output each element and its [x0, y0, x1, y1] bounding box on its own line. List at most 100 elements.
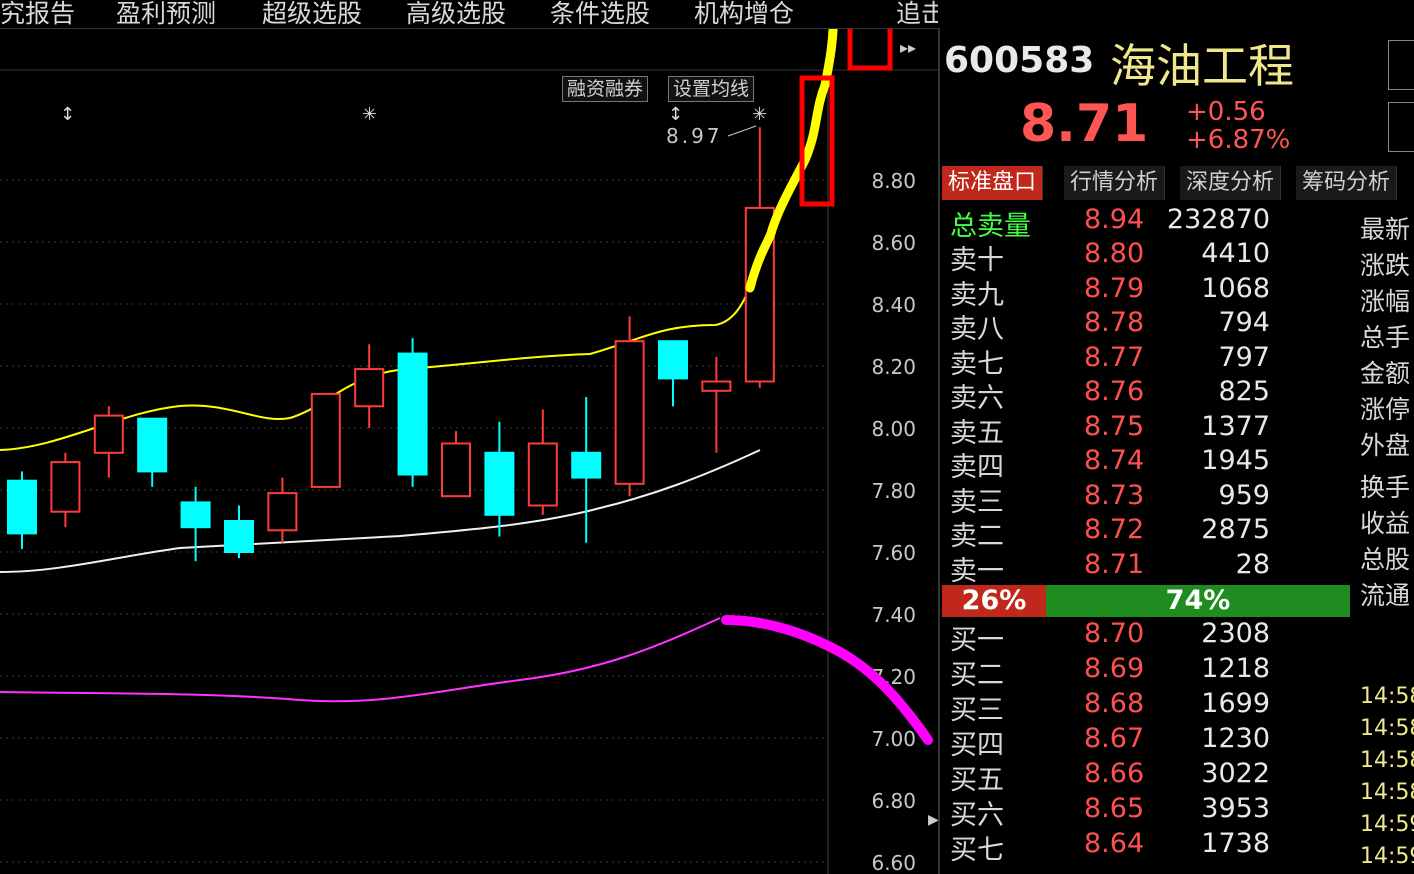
book-label: 卖六 [950, 383, 1004, 414]
y-tick-label: 7.00 [871, 727, 916, 751]
candle [701, 356, 732, 453]
book-label: 买七 [950, 835, 1004, 866]
tab-standard-book[interactable]: 标准盘口 [942, 166, 1044, 200]
margin-trading-button[interactable]: 融资融券 [562, 76, 649, 102]
ask-row[interactable]: 卖六 8.76 825 [940, 376, 1350, 414]
panel-tabs: 标准盘口 行情分析 深度分析 筹码分析 [940, 166, 1414, 200]
ask-row[interactable]: 卖二 8.72 2875 [940, 514, 1350, 552]
y-tick-label: 7.40 [871, 603, 916, 627]
book-price: 8.68 [1084, 688, 1145, 719]
ask-row[interactable]: 卖四 8.74 1945 [940, 445, 1350, 483]
marker-star-icon: ✳ [362, 104, 377, 125]
marker-star-icon: ✳ [752, 104, 767, 125]
side-button-bottom[interactable] [1388, 102, 1414, 152]
candle-body [441, 442, 471, 498]
candle [527, 409, 558, 515]
side-button-top[interactable] [1388, 40, 1414, 90]
stat-label: 涨跌 [1360, 251, 1411, 280]
ask-row[interactable]: 卖九 8.79 1068 [940, 272, 1350, 311]
menu-item-4[interactable]: 条件选股 [550, 0, 650, 28]
ask-row[interactable]: 卖八 8.78 794 [940, 307, 1350, 345]
trade-time: 14:59 [1360, 812, 1414, 837]
y-tick-label: 8.00 [871, 417, 916, 441]
ask-row[interactable]: 卖五 8.75 1377 [940, 410, 1350, 449]
book-label: 买五 [950, 765, 1004, 796]
bid-row[interactable]: 买三 8.68 1699 [940, 688, 1350, 726]
candle [441, 431, 471, 498]
y-tick-label: 7.60 [871, 541, 916, 565]
book-price: 8.75 [1084, 410, 1145, 442]
bid-row[interactable]: 买六 8.65 3953 [940, 793, 1350, 831]
bid-row[interactable]: 买五 8.66 3022 [940, 758, 1350, 796]
candle-body [267, 492, 298, 532]
book-price: 8.66 [1084, 758, 1145, 789]
top-menu-bar: 究报告 盈利预测 超级选股 高级选股 条件选股 机构增仓 追击 [0, 0, 938, 29]
menu-item-0[interactable]: 究报告 [0, 0, 75, 28]
candle [50, 452, 81, 528]
book-price: 8.80 [1084, 238, 1145, 269]
book-volume: 1218 [1201, 653, 1270, 684]
candle [180, 486, 211, 562]
bid-row[interactable]: 买四 8.67 1230 [940, 723, 1350, 761]
book-volume: 1699 [1201, 688, 1270, 719]
candle-body [310, 392, 341, 488]
ask-row[interactable]: 卖一 8.71 28 [940, 548, 1350, 587]
candle [224, 505, 254, 559]
book-label: 卖二 [950, 521, 1004, 552]
stat-label: 金额 [1360, 359, 1411, 388]
book-volume: 825 [1218, 376, 1270, 407]
book-price: 8.76 [1084, 376, 1145, 407]
book-label: 买四 [950, 730, 1004, 761]
bid-row[interactable]: 买一 8.70 2308 [940, 618, 1350, 656]
expand-icon[interactable]: ▸▸ [900, 38, 916, 57]
book-volume: 3953 [1201, 793, 1270, 824]
book-volume: 1945 [1201, 445, 1270, 476]
set-ma-button[interactable]: 设置均线 [668, 76, 755, 102]
book-price: 8.79 [1084, 272, 1145, 304]
ask-row[interactable]: 卖十 8.80 4410 [940, 238, 1350, 276]
bid-row[interactable]: 买七 8.64 1738 [940, 828, 1350, 866]
book-volume: 1377 [1201, 410, 1270, 442]
stat-label: 涨停 [1360, 395, 1411, 424]
book-price: 8.64 [1084, 828, 1145, 859]
candle-body [354, 368, 385, 408]
book-price: 8.70 [1084, 618, 1145, 649]
book-volume: 1068 [1201, 272, 1270, 304]
book-price: 8.73 [1084, 479, 1145, 511]
annotation-yellow-stroke [745, 0, 839, 293]
stat-label: 最新 [1360, 215, 1411, 244]
menu-item-5[interactable]: 机构增仓 [694, 0, 794, 28]
menu-item-2[interactable]: 超级选股 [262, 0, 362, 28]
candle-body [527, 442, 558, 507]
book-volume: 3022 [1201, 758, 1270, 789]
candle-body [701, 380, 732, 392]
tab-market-analysis[interactable]: 行情分析 [1064, 166, 1166, 200]
tab-depth-analysis[interactable]: 深度分析 [1180, 166, 1282, 200]
y-tick-label: 8.60 [871, 231, 916, 255]
ask-row[interactable]: 卖七 8.77 797 [940, 342, 1350, 380]
book-label: 卖九 [950, 279, 1004, 311]
high-price-label: 8.97 [666, 124, 723, 148]
bid-row[interactable]: 买二 8.69 1218 [940, 653, 1350, 691]
book-volume: 28 [1235, 548, 1270, 580]
book-label: 买三 [950, 695, 1004, 726]
book-label: 卖八 [950, 314, 1004, 345]
book-label: 买六 [950, 800, 1004, 831]
menu-item-3[interactable]: 高级选股 [406, 0, 506, 28]
menu-item-1[interactable]: 盈利预测 [116, 0, 216, 28]
ask-row[interactable]: 卖三 8.73 959 [940, 479, 1350, 518]
candle-body [50, 461, 81, 513]
tab-chip-analysis[interactable]: 筹码分析 [1296, 166, 1398, 200]
candle-body [571, 451, 602, 479]
total-sell-row[interactable]: 总卖量 8.94 232870 [940, 204, 1350, 242]
menu-item-6[interactable]: 追击 [896, 0, 938, 28]
candle [354, 344, 385, 428]
kline-chart[interactable]: 8.808.608.408.208.007.807.607.407.207.00… [0, 0, 938, 874]
book-price: 8.74 [1084, 445, 1145, 476]
trade-time: 14:58 [1360, 716, 1414, 741]
book-price: 8.72 [1084, 514, 1145, 545]
y-tick-label: 6.80 [871, 789, 916, 813]
candle-body [484, 451, 515, 516]
y-tick-label: 8.80 [871, 169, 916, 193]
book-label: 买二 [950, 660, 1004, 691]
